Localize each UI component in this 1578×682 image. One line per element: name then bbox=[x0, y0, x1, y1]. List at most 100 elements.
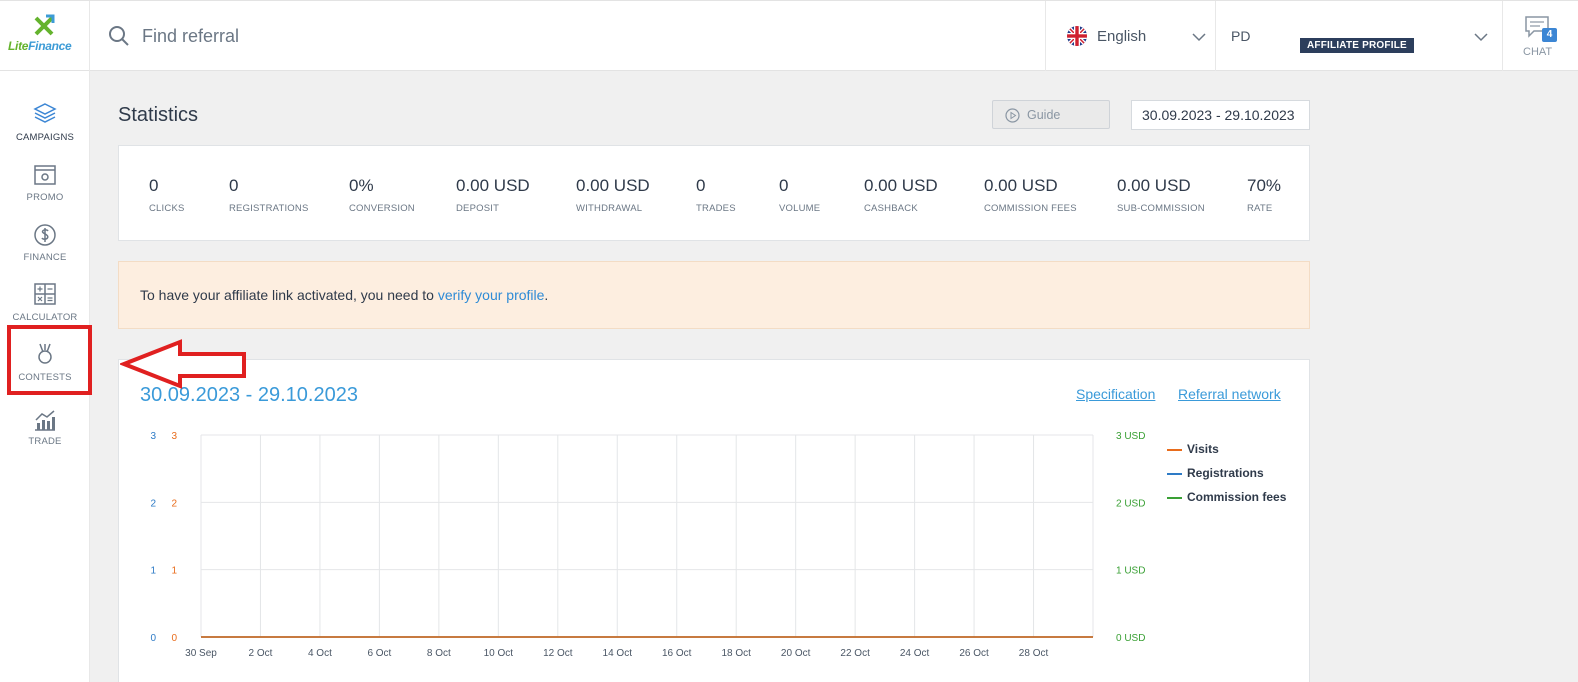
notice-text-before: To have your affiliate link activated, y… bbox=[140, 287, 438, 303]
x-tick-label: 2 Oct bbox=[249, 648, 273, 659]
date-range-picker[interactable]: 30.09.2023 - 29.10.2023 bbox=[1131, 100, 1310, 130]
stat-value: 0 bbox=[696, 176, 706, 195]
verify-profile-link[interactable]: verify your profile bbox=[438, 287, 545, 303]
x-tick-label: 16 Oct bbox=[662, 648, 692, 659]
sidebar-item-label: FINANCE bbox=[23, 252, 67, 263]
chevron-down-icon bbox=[1474, 33, 1488, 42]
language-selector[interactable]: English bbox=[1045, 1, 1216, 71]
x-tick-label: 22 Oct bbox=[840, 648, 870, 659]
affiliate-profile-badge: AFFILIATE PROFILE bbox=[1300, 38, 1414, 53]
legend-line bbox=[1167, 473, 1182, 475]
play-icon bbox=[1005, 108, 1020, 123]
x-tick-label: 10 Oct bbox=[484, 648, 514, 659]
sidebar-item-label: PROMO bbox=[26, 192, 64, 203]
stat-label: CONVERSION bbox=[349, 203, 415, 214]
stat-value: 0.00 USD bbox=[456, 176, 530, 195]
sidebar-item-finance[interactable]: FINANCE bbox=[0, 221, 90, 281]
guide-button[interactable]: Guide bbox=[992, 100, 1110, 129]
search-icon[interactable] bbox=[108, 25, 130, 47]
stat-value: 0 bbox=[779, 176, 789, 195]
legend-line bbox=[1167, 449, 1182, 451]
notice-text-after: . bbox=[544, 287, 549, 303]
legend-line bbox=[1167, 497, 1182, 499]
x-tick-label: 26 Oct bbox=[959, 648, 989, 659]
promo-icon bbox=[34, 165, 56, 185]
profile-menu[interactable]: PD AFFILIATE PROFILE bbox=[1216, 1, 1503, 71]
litefinance-logo-mark bbox=[34, 14, 55, 36]
stat-label: VOLUME bbox=[779, 203, 821, 214]
page-title: Statistics bbox=[118, 104, 199, 126]
sidebar-item-promo[interactable]: PROMO bbox=[0, 161, 90, 221]
x-tick-label: 28 Oct bbox=[1019, 648, 1049, 659]
x-tick-label: 6 Oct bbox=[367, 648, 391, 659]
y-tick-label-visits: 2 bbox=[171, 498, 177, 509]
y-tick-label-visits: 1 bbox=[171, 566, 177, 577]
sidebar-item-label: TRADE bbox=[28, 436, 62, 447]
stat-label: COMMISSION FEES bbox=[984, 203, 1077, 214]
stat-value: 0 bbox=[149, 176, 159, 195]
y-tick-label-visits: 0 bbox=[171, 633, 177, 644]
y-tick-label-usd: 3 USD bbox=[1116, 431, 1145, 442]
x-tick-label: 12 Oct bbox=[543, 648, 573, 659]
stat-value: 0 bbox=[229, 176, 239, 195]
trade-chart-icon bbox=[35, 410, 55, 431]
uk-flag-icon bbox=[1067, 26, 1087, 46]
y-tick-label-usd: 2 USD bbox=[1116, 498, 1145, 509]
y-tick-label-registrations: 0 bbox=[150, 633, 156, 644]
y-tick-label-usd: 0 USD bbox=[1116, 633, 1145, 644]
logo[interactable]: LiteFinance bbox=[0, 1, 90, 71]
language-label: English bbox=[1097, 28, 1147, 45]
contests-highlight-box bbox=[7, 325, 92, 395]
profile-initials: PD bbox=[1231, 28, 1251, 44]
stats-card: 0 CLICKS 0 REGISTRATIONS 0% CONVERSION 0… bbox=[118, 145, 1310, 241]
notice-text: To have your affiliate link activated, y… bbox=[140, 287, 548, 303]
y-tick-label-usd: 1 USD bbox=[1116, 566, 1145, 577]
chat-button[interactable]: 4 CHAT bbox=[1503, 1, 1578, 71]
x-tick-label: 14 Oct bbox=[603, 648, 633, 659]
logo-text: LiteFinance bbox=[8, 39, 72, 53]
stat-label: DEPOSIT bbox=[456, 203, 500, 214]
y-tick-label-registrations: 1 bbox=[150, 566, 156, 577]
verification-notice: To have your affiliate link activated, y… bbox=[118, 261, 1310, 329]
y-tick-label-registrations: 3 bbox=[150, 431, 156, 442]
y-tick-label-registrations: 2 bbox=[150, 498, 156, 509]
legend-label: Registrations bbox=[1187, 466, 1264, 480]
stat-value: 0.00 USD bbox=[864, 176, 938, 195]
sidebar-item-label: CAMPAIGNS bbox=[15, 132, 75, 143]
sidebar-item-label: CALCULATOR bbox=[12, 312, 78, 323]
x-tick-label: 20 Oct bbox=[781, 648, 811, 659]
search-input[interactable] bbox=[142, 23, 642, 49]
sidebar-item-campaigns[interactable]: CAMPAIGNS bbox=[0, 99, 90, 159]
stat-value: 0.00 USD bbox=[576, 176, 650, 195]
chart-card: 30.09.2023 - 29.10.2023 Specification Re… bbox=[118, 359, 1310, 682]
guide-label: Guide bbox=[1027, 108, 1061, 122]
layers-icon bbox=[33, 103, 57, 123]
stat-value: 0.00 USD bbox=[1117, 176, 1191, 195]
y-tick-label-visits: 3 bbox=[171, 431, 177, 442]
statistics-chart: 0 0 0 USD 1 1 1 USD 2 2 2 USD 3 3 3 USD 30 Sep 2 Oct 4… bbox=[150, 431, 1145, 659]
stat-label: CLICKS bbox=[149, 203, 185, 214]
stat-label: REGISTRATIONS bbox=[229, 203, 309, 214]
dollar-icon bbox=[34, 224, 56, 246]
stat-label: WITHDRAWAL bbox=[576, 203, 643, 214]
red-arrow-annotation bbox=[120, 339, 246, 389]
x-tick-label: 4 Oct bbox=[308, 648, 332, 659]
chat-label: CHAT bbox=[1523, 46, 1553, 58]
stat-label: CASHBACK bbox=[864, 203, 918, 214]
x-tick-label: 18 Oct bbox=[721, 648, 751, 659]
sidebar-item-trade[interactable]: TRADE bbox=[0, 407, 90, 467]
stat-value: 70% bbox=[1247, 176, 1282, 195]
stat-label: TRADES bbox=[696, 203, 736, 214]
top-bar: LiteFinance English PD AFFILIATE PROFILE bbox=[0, 0, 1578, 71]
x-tick-label: 8 Oct bbox=[427, 648, 451, 659]
calculator-icon bbox=[34, 283, 56, 305]
legend-label: Visits bbox=[1187, 442, 1219, 456]
stat-label: RATE bbox=[1247, 203, 1273, 214]
legend-label: Commission fees bbox=[1187, 490, 1287, 504]
chat-unread-count: 4 bbox=[1542, 28, 1557, 42]
x-tick-label: 30 Sep bbox=[185, 648, 217, 659]
stat-value: 0.00 USD bbox=[984, 176, 1058, 195]
x-tick-label: 24 Oct bbox=[900, 648, 930, 659]
stat-label: SUB-COMMISSION bbox=[1117, 203, 1205, 214]
stat-value: 0% bbox=[349, 176, 374, 195]
